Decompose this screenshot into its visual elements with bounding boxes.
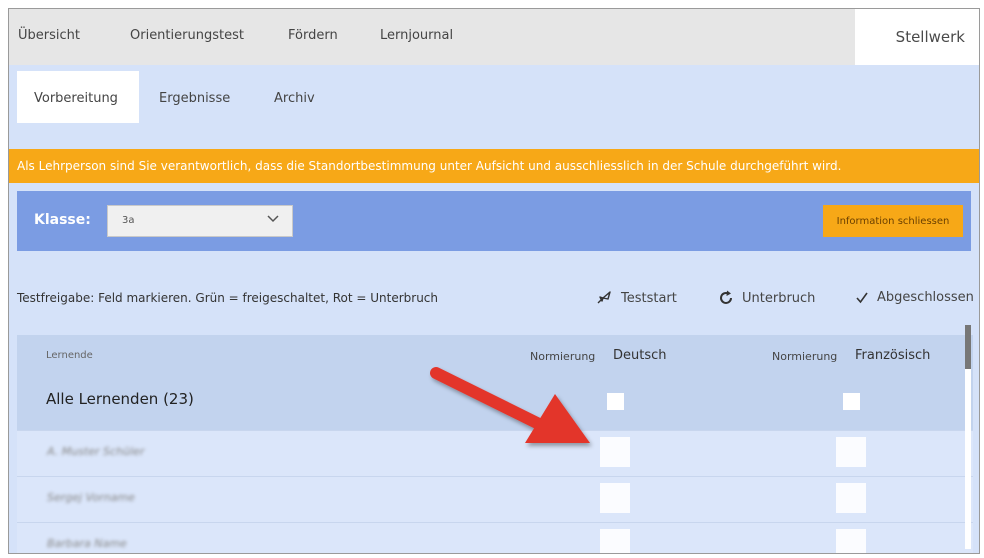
app-frame: Übersicht Orientierungstest Fördern Lern… xyxy=(8,8,980,554)
red-arrow-annotation xyxy=(430,367,590,443)
